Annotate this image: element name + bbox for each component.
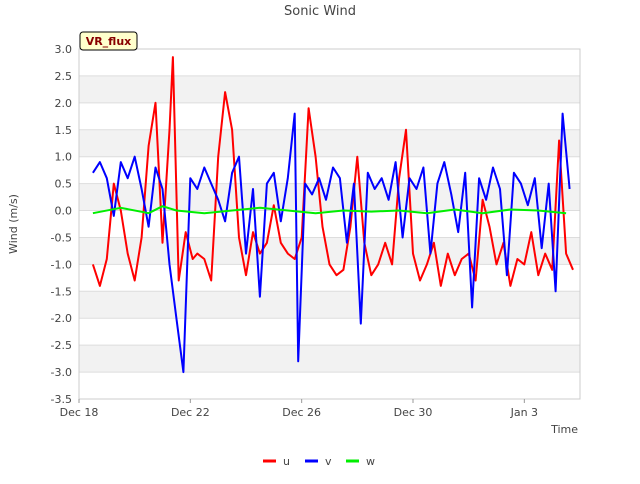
y-tick-label: 1.0 (55, 151, 73, 164)
y-tick-label: -2.5 (51, 339, 72, 352)
x-axis-label: Time (550, 423, 578, 436)
y-tick-label: 0.5 (55, 178, 73, 191)
y-tick-label: -0.5 (51, 231, 72, 244)
y-tick-label: 2.5 (55, 70, 73, 83)
y-tick-label: -2.0 (51, 312, 72, 325)
y-tick-label: 1.5 (55, 124, 73, 137)
x-axis-ticks: Dec 18 Dec 22 Dec 26 Dec 30 Jan 3 (60, 399, 538, 419)
y-axis-ticks: 3.0 2.5 2.0 1.5 1.0 0.5 0.0 -0.5 -1.0 -1.5 -2.0 -2.… (51, 43, 72, 406)
y-tick-label: 3.0 (55, 43, 73, 56)
x-tick-label: Dec 26 (282, 406, 321, 419)
y-tick-label: -3.5 (51, 393, 72, 406)
y-tick-label: -1.0 (51, 258, 72, 271)
x-tick-label: Dec 18 (60, 406, 99, 419)
y-tick-label: 2.0 (55, 97, 73, 110)
vr-flux-badge: VR_flux (79, 31, 138, 51)
y-tick-label: -1.5 (51, 285, 72, 298)
background-bands (79, 48, 580, 399)
grid-band (79, 49, 580, 76)
chart-svg: Sonic Wind Wind (m/s) Time 3.0 2.5 2.0 1.5 1… (7, 4, 581, 468)
grid-band (79, 372, 580, 399)
legend-label-u: u (283, 455, 290, 468)
legend: u v w (263, 455, 375, 468)
grid-band (79, 345, 580, 373)
x-tick-label: Dec 22 (171, 406, 210, 419)
grid-band (79, 75, 580, 103)
badge-label: VR_flux (86, 35, 132, 48)
chart-container: Sonic Wind Wind (m/s) Time 3.0 2.5 2.0 1.5 1… (0, 0, 640, 480)
legend-label-w: w (366, 455, 375, 468)
grid-band (79, 264, 580, 292)
grid-band (79, 129, 580, 157)
y-tick-label: -3.0 (51, 366, 72, 379)
grid-band (79, 210, 580, 238)
x-tick-label: Jan 3 (510, 406, 538, 419)
y-axis-label: Wind (m/s) (7, 194, 20, 254)
legend-label-v: v (325, 455, 332, 468)
chart-title: Sonic Wind (284, 4, 356, 19)
grid-band (79, 291, 580, 319)
y-tick-label: 0.0 (55, 205, 73, 218)
x-tick-label: Dec 30 (394, 406, 433, 419)
grid-band (79, 318, 580, 346)
